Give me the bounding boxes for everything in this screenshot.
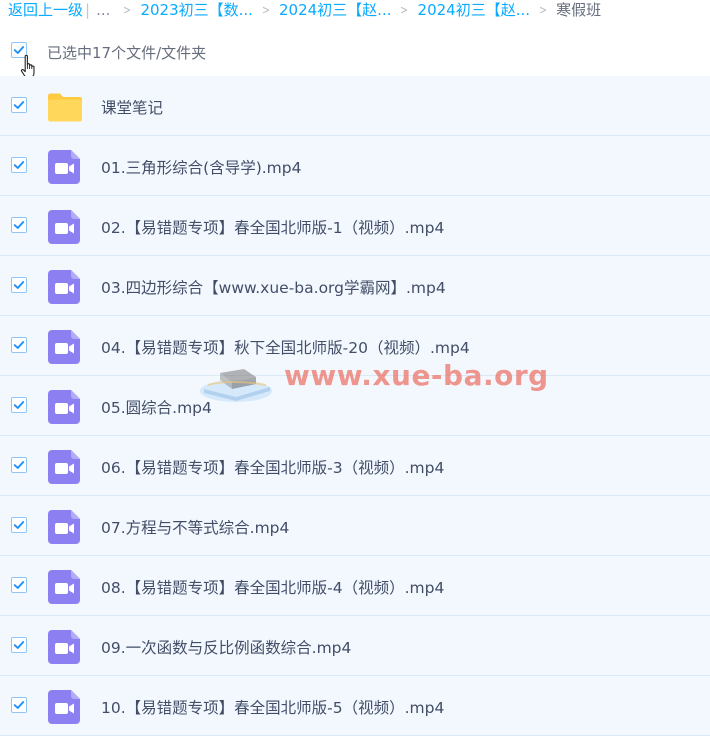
file-name[interactable]: 04.【易错题专项】秋下全国北师版-20（视频）.mp4 xyxy=(101,336,470,358)
row-checkbox[interactable] xyxy=(11,457,27,473)
breadcrumb-item[interactable]: 2024初三【赵... xyxy=(418,1,530,19)
file-row[interactable]: 02.【易错题专项】春全国北师版-1（视频）.mp4 xyxy=(0,196,710,256)
breadcrumb-ellipsis[interactable]: ... xyxy=(96,1,110,19)
file-row[interactable]: 09.一次函数与反比例函数综合.mp4 xyxy=(0,616,710,676)
video-file-icon xyxy=(48,450,82,484)
check-icon xyxy=(13,701,25,709)
check-icon xyxy=(13,521,25,529)
video-file-icon xyxy=(48,210,82,244)
file-name[interactable]: 09.一次函数与反比例函数综合.mp4 xyxy=(101,636,351,658)
file-name[interactable]: 03.四边形综合【www.xue-ba.org学霸网】.mp4 xyxy=(101,276,446,298)
file-name[interactable]: 07.方程与不等式综合.mp4 xyxy=(101,516,289,538)
check-icon xyxy=(13,161,25,169)
selection-header: 已选中17个文件/文件夹 xyxy=(0,36,710,79)
row-checkbox[interactable] xyxy=(11,277,27,293)
file-row[interactable]: 03.四边形综合【www.xue-ba.org学霸网】.mp4 xyxy=(0,256,710,316)
row-checkbox[interactable] xyxy=(11,637,27,653)
check-icon xyxy=(13,401,25,409)
file-row[interactable]: 08.【易错题专项】春全国北师版-4（视频）.mp4 xyxy=(0,556,710,616)
selection-count: 已选中17个文件/文件夹 xyxy=(47,44,207,62)
row-checkbox[interactable] xyxy=(11,97,27,113)
file-row[interactable]: 06.【易错题专项】春全国北师版-3（视频）.mp4 xyxy=(0,436,710,496)
chevron-right-icon: > xyxy=(400,3,409,17)
file-list: 课堂笔记 01.三角形综合(含导学).mp4 02.【易错题专项】春全国北师版-… xyxy=(0,76,710,736)
video-file-icon xyxy=(48,690,82,724)
file-name[interactable]: 05.圆综合.mp4 xyxy=(101,396,212,418)
check-icon xyxy=(13,341,25,349)
video-file-icon xyxy=(48,630,82,664)
check-icon xyxy=(13,581,25,589)
row-checkbox[interactable] xyxy=(11,697,27,713)
folder-icon xyxy=(48,90,82,124)
file-row[interactable]: 10.【易错题专项】春全国北师版-5（视频）.mp4 xyxy=(0,676,710,736)
video-file-icon xyxy=(48,150,82,184)
breadcrumb-item[interactable]: 2023初三【数... xyxy=(140,1,252,19)
file-row[interactable]: 01.三角形综合(含导学).mp4 xyxy=(0,136,710,196)
check-icon xyxy=(13,101,25,109)
video-file-icon xyxy=(48,390,82,424)
file-name[interactable]: 课堂笔记 xyxy=(101,96,163,118)
file-row[interactable]: 05.圆综合.mp4 xyxy=(0,376,710,436)
video-file-icon xyxy=(48,510,82,544)
file-name[interactable]: 01.三角形综合(含导学).mp4 xyxy=(101,156,301,178)
breadcrumb-item[interactable]: 2024初三【赵... xyxy=(279,1,391,19)
row-checkbox[interactable] xyxy=(11,517,27,533)
breadcrumb-separator: | xyxy=(85,1,91,19)
chevron-right-icon: > xyxy=(123,3,132,17)
check-icon xyxy=(13,221,25,229)
check-icon xyxy=(13,281,25,289)
check-icon xyxy=(13,461,25,469)
file-name[interactable]: 02.【易错题专项】春全国北师版-1（视频）.mp4 xyxy=(101,216,444,238)
file-name[interactable]: 08.【易错题专项】春全国北师版-4（视频）.mp4 xyxy=(101,576,444,598)
breadcrumb-current: 寒假班 xyxy=(556,1,602,19)
back-link[interactable]: 返回上一级 xyxy=(8,1,83,19)
breadcrumb: 返回上一级 | ... > 2023初三【数... > 2024初三【赵... … xyxy=(8,0,601,20)
file-row[interactable]: 07.方程与不等式综合.mp4 xyxy=(0,496,710,556)
file-row[interactable]: 课堂笔记 xyxy=(0,76,710,136)
video-file-icon xyxy=(48,330,82,364)
chevron-right-icon: > xyxy=(539,3,548,17)
row-checkbox[interactable] xyxy=(11,337,27,353)
video-file-icon xyxy=(48,570,82,604)
chevron-right-icon: > xyxy=(261,3,270,17)
file-name[interactable]: 06.【易错题专项】春全国北师版-3（视频）.mp4 xyxy=(101,456,444,478)
check-icon xyxy=(13,641,25,649)
file-row[interactable]: 04.【易错题专项】秋下全国北师版-20（视频）.mp4 xyxy=(0,316,710,376)
row-checkbox[interactable] xyxy=(11,157,27,173)
row-checkbox[interactable] xyxy=(11,217,27,233)
video-file-icon xyxy=(48,270,82,304)
row-checkbox[interactable] xyxy=(11,397,27,413)
file-name[interactable]: 10.【易错题专项】春全国北师版-5（视频）.mp4 xyxy=(101,696,444,718)
row-checkbox[interactable] xyxy=(11,577,27,593)
